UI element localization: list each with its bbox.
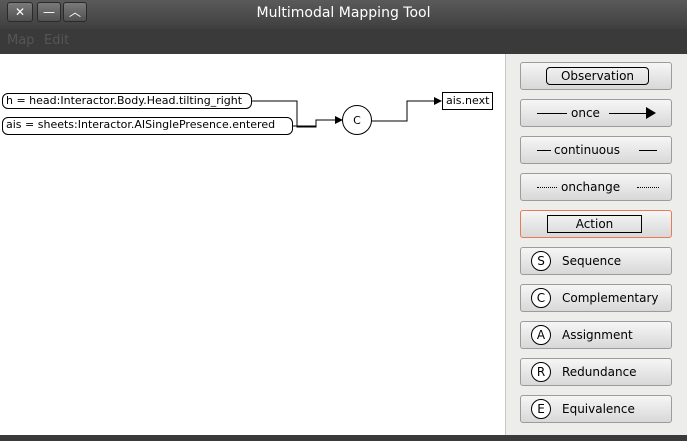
arrow-right-icon xyxy=(646,107,656,119)
menu-map[interactable]: Map xyxy=(7,33,34,48)
onchange-line-left xyxy=(537,187,557,188)
continuous-line-right xyxy=(639,150,657,151)
continuous-button[interactable]: continuous xyxy=(520,136,672,164)
app-window: ✕ — ︿ Multimodal Mapping Tool Map Edit h… xyxy=(0,0,687,441)
once-line-left xyxy=(537,113,567,114)
operator-node[interactable]: C xyxy=(342,105,372,135)
equivalence-label: Equivalence xyxy=(562,402,635,416)
continuous-label: continuous xyxy=(554,143,620,157)
redundance-button[interactable]: R Redundance xyxy=(520,358,672,386)
action-node[interactable]: ais.next xyxy=(442,92,493,110)
sequence-button[interactable]: S Sequence xyxy=(520,247,672,275)
complementary-button[interactable]: C Complementary xyxy=(520,284,672,312)
complementary-circle-icon: C xyxy=(531,288,551,308)
observation-node-h[interactable]: h = head:Interactor.Body.Head.tilting_ri… xyxy=(2,93,252,109)
redundance-circle-icon: R xyxy=(531,362,551,382)
menu-bar: Map Edit xyxy=(0,29,687,54)
observation-node-ais[interactable]: ais = sheets:Interactor.AISinglePresence… xyxy=(2,117,293,135)
once-button[interactable]: once xyxy=(520,99,672,127)
continuous-line-left xyxy=(537,150,551,151)
observation-button[interactable]: Observation xyxy=(520,62,672,90)
complementary-label: Complementary xyxy=(562,291,659,305)
link-operator-to-action xyxy=(372,97,442,122)
assignment-circle-icon: A xyxy=(531,325,551,345)
sequence-label: Sequence xyxy=(562,254,622,268)
palette-panel: Observation once continuous onchange Act… xyxy=(505,54,687,435)
assignment-label: Assignment xyxy=(562,328,633,342)
sequence-circle-icon: S xyxy=(531,251,551,271)
title-bar: ✕ — ︿ Multimodal Mapping Tool xyxy=(0,0,687,29)
window-title: Multimodal Mapping Tool xyxy=(256,5,431,21)
onchange-line-right xyxy=(637,187,659,188)
action-label: Action xyxy=(547,215,642,233)
equivalence-circle-icon: E xyxy=(531,399,551,419)
redundance-label: Redundance xyxy=(562,365,637,379)
equivalence-button[interactable]: E Equivalence xyxy=(520,395,672,423)
action-button[interactable]: Action xyxy=(520,210,672,238)
once-line-right xyxy=(609,113,649,114)
once-label: once xyxy=(571,106,600,120)
window-bottom-border xyxy=(0,435,687,441)
observation-label: Observation xyxy=(546,67,649,85)
menu-edit[interactable]: Edit xyxy=(44,33,69,48)
onchange-label: onchange xyxy=(561,180,621,194)
connector-lines xyxy=(252,97,442,128)
assignment-button[interactable]: A Assignment xyxy=(520,321,672,349)
mapping-canvas[interactable]: h = head:Interactor.Body.Head.tilting_ri… xyxy=(0,54,505,435)
onchange-button[interactable]: onchange xyxy=(520,173,672,201)
